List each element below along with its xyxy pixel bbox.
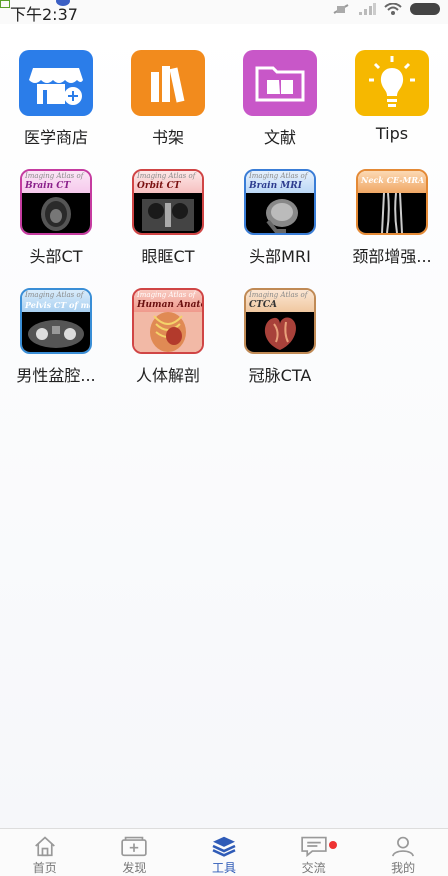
atlas-series: Imaging Atlas of bbox=[249, 172, 308, 180]
atlas-series: Imaging Atlas of bbox=[25, 172, 84, 180]
tool-label: 头部CT bbox=[29, 247, 83, 266]
neck-mra-atlas-icon: Neck CE-MRA bbox=[356, 169, 428, 235]
brain-mri-atlas-icon: Imaging Atlas of Brain MRI bbox=[244, 169, 316, 235]
signal-icon bbox=[359, 3, 376, 15]
atlas-series: Imaging Atlas of bbox=[249, 291, 308, 299]
human-anatomy-atlas-icon: Imaging Atlas of Human Anatomy bbox=[132, 288, 204, 354]
folder-book-icon bbox=[243, 50, 317, 116]
tools-layers-icon bbox=[212, 836, 236, 857]
tool-bookshelf[interactable]: 书架 bbox=[112, 50, 224, 148]
tool-label: 男性盆腔... bbox=[16, 366, 96, 385]
tool-label: 文献 bbox=[263, 128, 296, 147]
profile-icon bbox=[392, 836, 415, 857]
tool-pelvis-ct-male[interactable]: Imaging Atlas of Pelvis CT of male 男性盆腔.… bbox=[0, 288, 112, 386]
tool-brain-mri[interactable]: Imaging Atlas of Brain MRI 头部MRI bbox=[224, 169, 336, 267]
tab-label: 工具 bbox=[211, 861, 236, 875]
tool-literature[interactable]: 文献 bbox=[224, 50, 336, 148]
atlas-title: Human Anatomy bbox=[137, 300, 202, 310]
pelvis-ct-atlas-icon: Imaging Atlas of Pelvis CT of male bbox=[20, 288, 92, 354]
atlas-title: CTCA bbox=[249, 300, 278, 310]
tab-label: 交流 bbox=[301, 861, 326, 875]
brain-ct-atlas-icon: Imaging Atlas of Brain CT bbox=[20, 169, 92, 235]
tool-label: 眼眶CT bbox=[141, 247, 195, 266]
ctca-atlas-icon: Imaging Atlas of CTCA bbox=[244, 288, 316, 354]
lightbulb-icon bbox=[355, 50, 429, 116]
tab-label: 首页 bbox=[32, 861, 57, 875]
vibrate-icon bbox=[333, 4, 349, 14]
unread-badge-icon bbox=[328, 841, 337, 849]
tool-label: 冠脉CTA bbox=[248, 366, 312, 385]
atlas-title: Orbit CT bbox=[137, 181, 181, 191]
tab-label: 我的 bbox=[391, 861, 416, 875]
tool-brain-ct[interactable]: Imaging Atlas of Brain CT 头部CT bbox=[0, 169, 112, 267]
home-icon bbox=[34, 836, 55, 857]
tools-page: 医学商店 书架 文献 Tips Imaging Atlas of Brain C… bbox=[0, 24, 448, 828]
tool-orbit-ct[interactable]: Imaging Atlas of Orbit CT 眼眶CT bbox=[112, 169, 224, 267]
status-app-badge-icon bbox=[0, 0, 10, 8]
atlas-title: Brain CT bbox=[25, 181, 71, 191]
bottom-tab-bar: 首页 发现 工具 交流 我的 bbox=[0, 828, 448, 876]
tool-human-anatomy[interactable]: Imaging Atlas of Human Anatomy 人体解剖 bbox=[112, 288, 224, 386]
atlas-series: Imaging Atlas of bbox=[25, 291, 84, 299]
orbit-ct-atlas-icon: Imaging Atlas of Orbit CT bbox=[132, 169, 204, 235]
tool-medical-store[interactable]: 医学商店 bbox=[0, 50, 112, 148]
tool-label: 医学商店 bbox=[23, 128, 88, 147]
tool-label: Tips bbox=[375, 124, 409, 143]
chat-icon bbox=[300, 836, 327, 857]
tool-label: 书架 bbox=[151, 128, 184, 147]
wifi-icon bbox=[384, 3, 402, 15]
atlas-title: Brain MRI bbox=[249, 181, 302, 191]
tools-grid: 医学商店 书架 文献 Tips Imaging Atlas of Brain C… bbox=[0, 50, 448, 386]
bookshelf-icon bbox=[131, 50, 205, 116]
tab-discover[interactable]: 发现 bbox=[90, 829, 180, 876]
status-icons bbox=[332, 3, 440, 15]
tool-neck-ce-mra[interactable]: Neck CE-MRA 颈部增强... bbox=[336, 169, 448, 267]
discover-icon bbox=[121, 836, 148, 857]
tool-label: 颈部增强... bbox=[352, 247, 432, 266]
tab-profile[interactable]: 我的 bbox=[358, 829, 448, 876]
tab-tools[interactable]: 工具 bbox=[179, 829, 269, 876]
atlas-title: Pelvis CT of male bbox=[25, 300, 90, 310]
tab-chat[interactable]: 交流 bbox=[269, 829, 359, 876]
tool-label: 人体解剖 bbox=[135, 366, 200, 385]
tab-label: 发现 bbox=[122, 861, 147, 875]
atlas-series: Imaging Atlas of bbox=[137, 291, 196, 299]
tool-tips[interactable]: Tips bbox=[336, 50, 448, 148]
tool-ctca[interactable]: Imaging Atlas of CTCA 冠脉CTA bbox=[224, 288, 336, 386]
status-bar: 下午2:37 bbox=[0, 0, 448, 24]
battery-icon bbox=[410, 3, 440, 15]
tab-home[interactable]: 首页 bbox=[0, 829, 90, 876]
tool-label: 头部MRI bbox=[249, 247, 311, 266]
store-icon bbox=[19, 50, 93, 116]
atlas-series: Imaging Atlas of bbox=[137, 172, 196, 180]
atlas-title: Neck CE-MRA bbox=[361, 175, 425, 185]
